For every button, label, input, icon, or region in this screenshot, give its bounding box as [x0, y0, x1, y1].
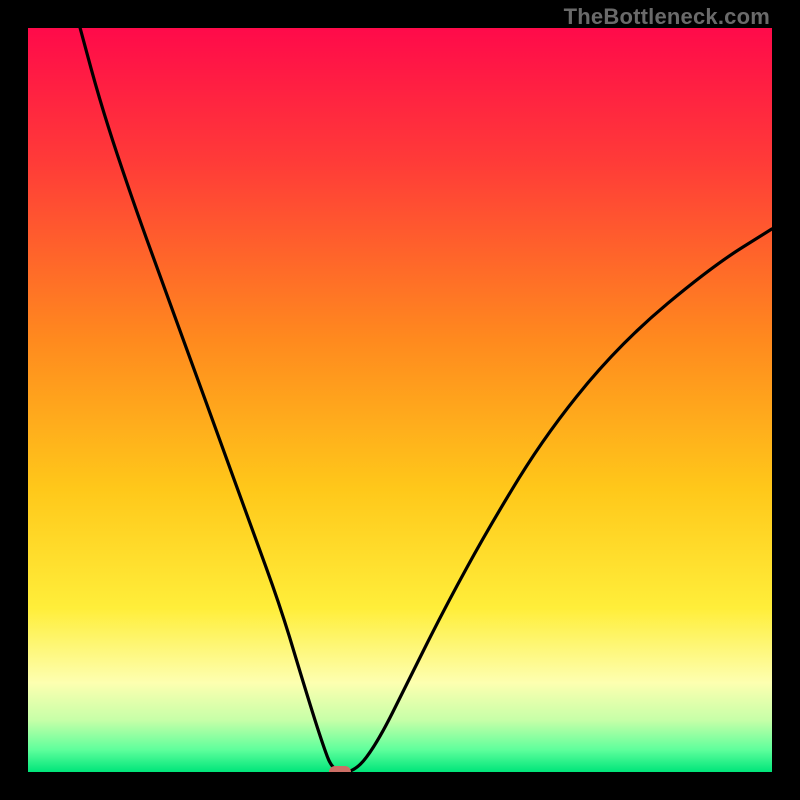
outer-frame: TheBottleneck.com — [0, 0, 800, 800]
plot-area — [28, 28, 772, 772]
optimum-marker — [329, 766, 351, 772]
bottleneck-curve — [28, 28, 772, 772]
watermark-text: TheBottleneck.com — [564, 4, 770, 30]
